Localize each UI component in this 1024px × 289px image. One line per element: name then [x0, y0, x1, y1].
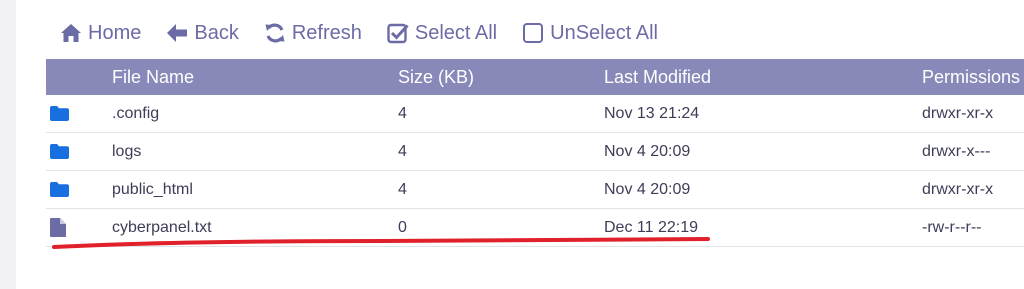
- file-size: 4: [398, 104, 407, 122]
- table-row[interactable]: logs 4 Nov 4 20:09 drwxr-x---: [46, 133, 1024, 171]
- table-header: File Name Size (KB) Last Modified Permis…: [46, 59, 1024, 95]
- column-header-last-modified[interactable]: Last Modified: [604, 59, 711, 95]
- file-modified: Nov 4 20:09: [604, 180, 691, 198]
- refresh-label: Refresh: [291, 21, 362, 44]
- select-all-label: Select All: [414, 21, 498, 44]
- file-permissions: -rw-r--r--: [922, 218, 982, 236]
- file-name[interactable]: public_html: [112, 171, 193, 208]
- red-underline-annotation: [52, 237, 710, 249]
- folder-icon: [50, 171, 70, 208]
- home-label: Home: [88, 21, 142, 44]
- column-header-size[interactable]: Size (KB): [398, 59, 474, 95]
- file-permissions: drwxr-xr-x: [922, 104, 994, 122]
- back-label: Back: [194, 21, 239, 44]
- empty-checkbox-icon: [522, 22, 544, 44]
- unselect-all-button[interactable]: UnSelect All: [522, 22, 658, 45]
- file-name[interactable]: logs: [112, 133, 141, 170]
- home-button[interactable]: Home: [60, 22, 141, 45]
- folder-icon: [50, 95, 70, 132]
- file-modified: Nov 4 20:09: [604, 142, 691, 160]
- table-row[interactable]: public_html 4 Nov 4 20:09 drwxr-xr-x: [46, 171, 1024, 209]
- back-arrow-icon: [166, 22, 188, 44]
- toolbar: Home Back Refresh Select All UnSelect Al…: [60, 18, 683, 48]
- column-header-permissions[interactable]: Permissions: [922, 59, 1020, 95]
- refresh-button[interactable]: Refresh: [264, 22, 362, 45]
- select-all-button[interactable]: Select All: [387, 22, 497, 45]
- column-header-file-name[interactable]: File Name: [112, 59, 194, 95]
- file-permissions: drwxr-x---: [922, 142, 991, 160]
- folder-icon: [50, 133, 70, 170]
- file-table: File Name Size (KB) Last Modified Permis…: [46, 59, 1024, 247]
- file-size: 4: [398, 180, 407, 198]
- back-button[interactable]: Back: [166, 21, 239, 45]
- checked-box-icon: [387, 22, 409, 44]
- file-modified: Nov 13 21:24: [604, 104, 700, 122]
- table-row[interactable]: .config 4 Nov 13 21:24 drwxr-xr-x: [46, 95, 1024, 133]
- file-name[interactable]: .config: [112, 95, 159, 132]
- unselect-all-label: UnSelect All: [550, 21, 658, 44]
- home-icon: [60, 22, 82, 44]
- file-permissions: drwxr-xr-x: [922, 180, 994, 198]
- file-size: 4: [398, 142, 407, 160]
- refresh-icon: [264, 22, 286, 44]
